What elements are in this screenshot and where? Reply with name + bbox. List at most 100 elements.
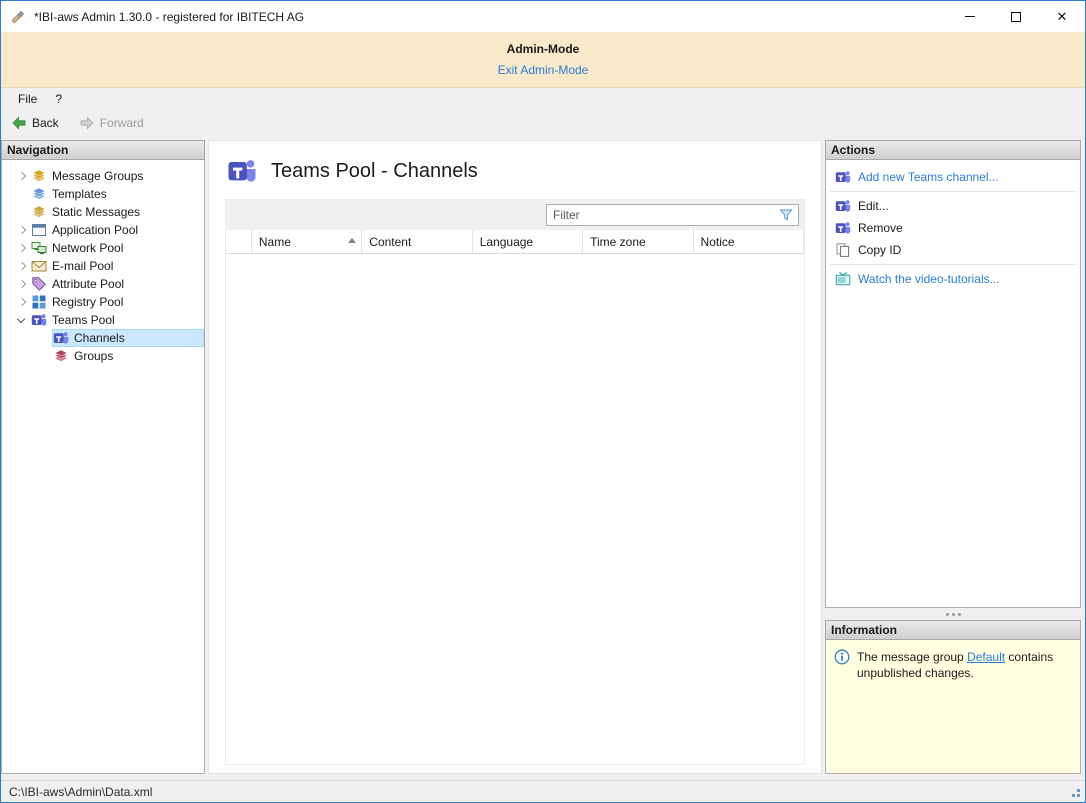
- back-label: Back: [32, 116, 59, 130]
- nav-item-channels[interactable]: Channels: [2, 329, 204, 347]
- nav-item-application-pool[interactable]: Application Pool: [2, 221, 204, 239]
- column-header-language[interactable]: Language: [473, 230, 583, 253]
- teams-add-icon: [835, 169, 851, 185]
- information-message: The message group Default contains unpub…: [857, 649, 1072, 681]
- forward-button[interactable]: Forward: [75, 113, 148, 133]
- chevron-spacer: [14, 204, 30, 220]
- chevron-right-icon[interactable]: [14, 276, 30, 292]
- maximize-button[interactable]: [993, 1, 1039, 32]
- teams-edit-icon: [835, 198, 851, 214]
- info-icon: [834, 649, 850, 665]
- table-body-empty[interactable]: [226, 254, 804, 764]
- action-add-teams-channel[interactable]: Add new Teams channel...: [826, 166, 1080, 188]
- nav-item-registry-pool[interactable]: Registry Pool: [2, 293, 204, 311]
- status-file-path: C:\IBI-aws\Admin\Data.xml: [9, 785, 152, 799]
- minimize-button[interactable]: [947, 1, 993, 32]
- nav-item-attribute-pool[interactable]: Attribute Pool: [2, 275, 204, 293]
- nav-item-teams-pool[interactable]: Teams Pool: [2, 311, 204, 329]
- action-copy-id[interactable]: Copy ID: [826, 239, 1080, 261]
- main-panel: Teams Pool - Channels Name Con: [208, 140, 822, 774]
- grip-dots-icon: [952, 613, 955, 616]
- table-header-row: Name Content Language Time zone Notice: [226, 230, 804, 254]
- separator: [830, 264, 1076, 265]
- column-label: Time zone: [590, 235, 646, 249]
- information-header: Information: [825, 620, 1081, 640]
- nav-item-label: Templates: [52, 187, 107, 201]
- nav-item-label: E-mail Pool: [52, 259, 113, 273]
- forward-arrow-icon: [79, 115, 95, 131]
- nav-item-network-pool[interactable]: Network Pool: [2, 239, 204, 257]
- maximize-icon: [1011, 12, 1021, 22]
- action-label: Edit...: [858, 199, 889, 213]
- email-pool-icon: [31, 258, 47, 274]
- static-messages-icon: [31, 204, 47, 220]
- title-bar[interactable]: *IBI-aws Admin 1.30.0 - registered for I…: [1, 1, 1085, 32]
- teams-pool-icon: [31, 312, 47, 328]
- column-label: Name: [259, 235, 291, 249]
- chevron-right-icon[interactable]: [14, 168, 30, 184]
- forward-label: Forward: [100, 116, 144, 130]
- resize-grip[interactable]: [1077, 794, 1080, 797]
- chevron-right-icon[interactable]: [14, 240, 30, 256]
- column-label: Language: [480, 235, 533, 249]
- navigation-header: Navigation: [1, 140, 205, 160]
- attribute-pool-icon: [31, 276, 47, 292]
- menu-bar: File ?: [1, 88, 1085, 110]
- admin-mode-banner: Admin-Mode Exit Admin-Mode: [1, 32, 1085, 88]
- content-area: Navigation Message Groups Templates Stat…: [1, 136, 1085, 780]
- status-bar: C:\IBI-aws\Admin\Data.xml: [1, 780, 1085, 802]
- column-header-content[interactable]: Content: [362, 230, 472, 253]
- chevron-right-icon[interactable]: [14, 258, 30, 274]
- network-pool-icon: [31, 240, 47, 256]
- row-selector-gutter: [226, 230, 252, 253]
- nav-item-label: Network Pool: [52, 241, 123, 255]
- column-header-timezone[interactable]: Time zone: [583, 230, 693, 253]
- nav-item-message-groups[interactable]: Message Groups: [2, 167, 204, 185]
- action-watch-video-tutorials[interactable]: Watch the video-tutorials...: [826, 268, 1080, 290]
- action-label: Watch the video-tutorials...: [858, 272, 1000, 286]
- window-controls: ✕: [947, 1, 1085, 32]
- chevron-spacer: [14, 186, 30, 202]
- nav-item-label: Application Pool: [52, 223, 138, 237]
- action-label: Add new Teams channel...: [858, 170, 999, 184]
- nav-item-label: Channels: [74, 331, 125, 345]
- column-label: Notice: [701, 235, 735, 249]
- nav-item-email-pool[interactable]: E-mail Pool: [2, 257, 204, 275]
- back-button[interactable]: Back: [7, 113, 63, 133]
- page-title: Teams Pool - Channels: [271, 160, 478, 183]
- chevron-right-icon[interactable]: [14, 294, 30, 310]
- nav-item-label: Groups: [74, 349, 113, 363]
- menu-file[interactable]: File: [9, 90, 46, 108]
- column-header-name[interactable]: Name: [252, 230, 362, 253]
- chevron-right-icon[interactable]: [14, 222, 30, 238]
- default-message-group-link[interactable]: Default: [967, 650, 1005, 664]
- copy-icon: [835, 242, 851, 258]
- exit-admin-mode-link[interactable]: Exit Admin-Mode: [498, 63, 589, 77]
- separator: [830, 191, 1076, 192]
- nav-item-groups[interactable]: Groups: [2, 347, 204, 365]
- column-header-notice[interactable]: Notice: [694, 230, 804, 253]
- nav-item-label: Attribute Pool: [52, 277, 124, 291]
- nav-item-label: Registry Pool: [52, 295, 123, 309]
- filter-input[interactable]: [547, 206, 778, 225]
- action-edit[interactable]: Edit...: [826, 195, 1080, 217]
- window-title: *IBI-aws Admin 1.30.0 - registered for I…: [34, 10, 947, 24]
- nav-item-templates[interactable]: Templates: [2, 185, 204, 203]
- nav-item-static-messages[interactable]: Static Messages: [2, 203, 204, 221]
- chevron-down-icon[interactable]: [14, 312, 30, 328]
- information-box: The message group Default contains unpub…: [825, 640, 1081, 774]
- action-remove[interactable]: Remove: [826, 217, 1080, 239]
- nav-item-label: Teams Pool: [52, 313, 115, 327]
- filter-funnel-icon[interactable]: [778, 207, 794, 223]
- menu-help[interactable]: ?: [46, 90, 71, 108]
- actions-list: Add new Teams channel... Edit... Remove …: [825, 160, 1081, 608]
- toolbar: Back Forward: [1, 110, 1085, 136]
- page-title-row: Teams Pool - Channels: [209, 141, 821, 186]
- column-label: Content: [369, 235, 411, 249]
- minimize-icon: [965, 16, 975, 17]
- chevron-spacer: [36, 348, 52, 364]
- panel-splitter[interactable]: [825, 608, 1081, 620]
- back-arrow-icon: [11, 115, 27, 131]
- close-button[interactable]: ✕: [1039, 1, 1085, 32]
- navigation-panel: Navigation Message Groups Templates Stat…: [1, 140, 205, 774]
